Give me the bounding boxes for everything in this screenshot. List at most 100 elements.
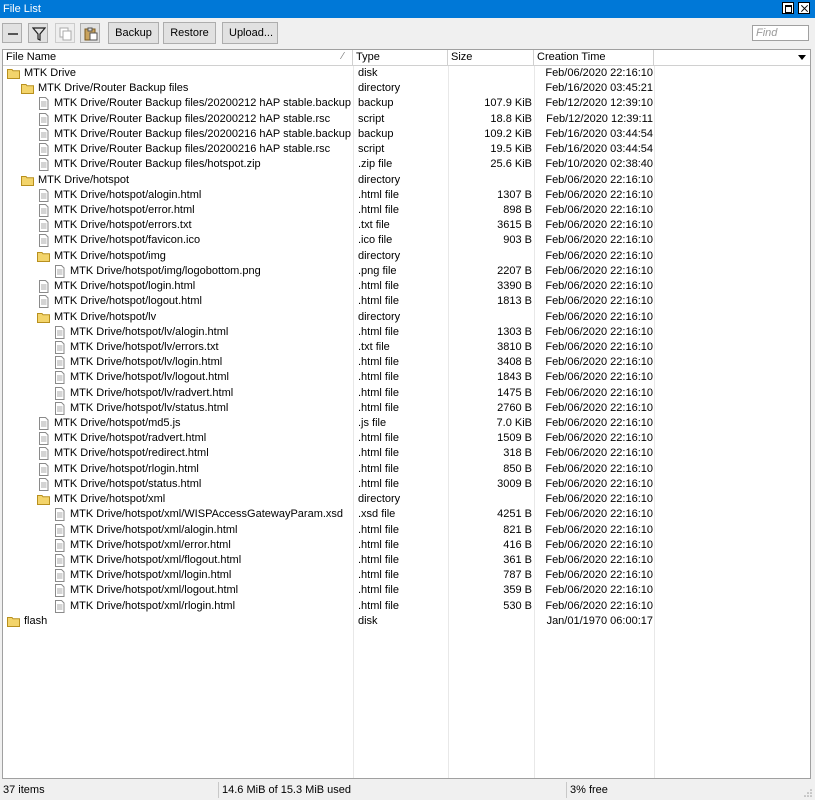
table-row[interactable]: MTK Drive/Router Backup files/20200212 h… xyxy=(3,96,810,111)
cell-file-name: MTK Drive/hotspot/img/logobottom.png xyxy=(3,264,403,279)
cell-file-name: MTK Drive/hotspot/logout.html xyxy=(3,294,387,309)
table-row[interactable]: MTK Drive/hotspot/xml/error.html .html fi… xyxy=(3,538,810,553)
file-name-text: MTK Drive/Router Backup files/20200212 h… xyxy=(54,112,331,125)
cell-type: directory xyxy=(358,493,401,506)
table-row[interactable]: MTK Drive/hotspot/lv/status.html .html fi… xyxy=(3,401,810,416)
table-row[interactable]: MTK Drive/hotspot/xml/WISPAccessGatewayP… xyxy=(3,507,810,522)
table-row[interactable]: MTK Drive/Router Backup files/20200216 h… xyxy=(3,142,810,157)
file-icon xyxy=(39,432,49,446)
cell-creation-time: Feb/06/2020 22:16:10 xyxy=(545,356,653,369)
table-row[interactable]: MTK Drive/hotspot/xml/login.html .html fi… xyxy=(3,568,810,583)
table-row[interactable]: MTK Drive/hotspot/error.html .html file 89… xyxy=(3,203,810,218)
table-row[interactable]: MTK Drive/hotspot/lv/errors.txt .txt file… xyxy=(3,340,810,355)
cell-size: 3810 B xyxy=(497,340,532,353)
cell-creation-time: Feb/06/2020 22:16:10 xyxy=(545,569,653,582)
file-icon xyxy=(39,295,49,309)
table-row[interactable]: MTK Drive/hotspot/img/logobottom.png .png… xyxy=(3,264,810,279)
table-row[interactable]: MTK Drive/hotspot/logout.html .html file 1… xyxy=(3,294,810,309)
column-header-type[interactable]: Type xyxy=(353,50,448,65)
table-row[interactable]: MTK Drive/hotspot/xml directory Feb/06/202… xyxy=(3,492,810,507)
cell-size: 3009 B xyxy=(497,477,532,490)
table-row[interactable]: MTK Drive/hotspot/status.html .html file 3… xyxy=(3,477,810,492)
table-row[interactable]: MTK Drive/Router Backup files/20200216 h… xyxy=(3,127,810,142)
table-row[interactable]: MTK Drive/hotspot/lv/radvert.html .html f… xyxy=(3,386,810,401)
table-row[interactable]: MTK Drive/hotspot/lv/logout.html .html fi… xyxy=(3,370,810,385)
maximize-icon[interactable] xyxy=(782,2,794,14)
cell-type: .html file xyxy=(358,477,399,490)
table-row[interactable]: MTK Drive/hotspot/md5.js .js file 7.0 KiB F… xyxy=(3,416,810,431)
file-name-text: MTK Drive/Router Backup files/20200216 h… xyxy=(54,127,351,140)
backup-button[interactable]: Backup xyxy=(108,22,159,44)
file-name-text: MTK Drive/hotspot/img/logobottom.png xyxy=(70,264,261,277)
file-name-text: MTK Drive/hotspot/lv/radvert.html xyxy=(70,386,234,399)
cell-type: .html file xyxy=(358,584,399,597)
cell-file-name: MTK Drive/hotspot/md5.js xyxy=(3,416,387,431)
file-name-text: MTK Drive/hotspot/xml xyxy=(54,493,166,506)
cell-type: backup xyxy=(358,127,394,140)
table-row[interactable]: MTK Drive/hotspot/xml/flogout.html .html … xyxy=(3,553,810,568)
cell-file-name: MTK Drive/hotspot/xml xyxy=(3,492,387,507)
cell-type: .txt file xyxy=(358,219,390,232)
cell-type: .html file xyxy=(358,295,399,308)
upload-button[interactable]: Upload... xyxy=(222,22,278,44)
table-row[interactable]: MTK Drive/hotspot/rlogin.html .html file 8… xyxy=(3,462,810,477)
cell-size xyxy=(450,173,532,188)
find-input[interactable] xyxy=(752,25,809,41)
table-row[interactable]: MTK Drive/hotspot/redirect.html .html fil… xyxy=(3,446,810,461)
column-header-size[interactable]: Size xyxy=(448,50,534,65)
cell-file-name: MTK Drive/hotspot/lv/radvert.html xyxy=(3,386,403,401)
cell-size: 4251 B xyxy=(497,508,532,521)
table-row[interactable]: MTK Drive/hotspot/login.html .html file 33… xyxy=(3,279,810,294)
table-row[interactable]: MTK Drive/hotspot/alogin.html .html file 1… xyxy=(3,188,810,203)
file-name-text: MTK Drive/hotspot/xml/flogout.html xyxy=(70,554,242,566)
column-header-creation-time[interactable]: Creation Time xyxy=(534,50,654,65)
table-row[interactable]: MTK Drive/Router Backup files/20200212 h… xyxy=(3,112,810,127)
remove-button[interactable] xyxy=(2,23,22,43)
table-row[interactable]: MTK Drive/hotspot/radvert.html .html file… xyxy=(3,431,810,446)
cell-file-name: flash xyxy=(3,614,357,629)
table-row[interactable]: MTK Drive/hotspot/lv/login.html .html fil… xyxy=(3,355,810,370)
cell-type: script xyxy=(358,112,385,125)
cell-size: 898 B xyxy=(503,203,532,216)
cell-type: .html file xyxy=(358,599,399,612)
table-row[interactable]: MTK Drive/hotspot/errors.txt .txt file 361… xyxy=(3,218,810,233)
cell-size: 1303 B xyxy=(497,325,532,338)
table-row[interactable]: flash disk Jan/01/1970 06:00:17 xyxy=(3,614,810,629)
table-row[interactable]: MTK Drive/hotspot/xml/logout.html .html f… xyxy=(3,583,810,598)
cell-file-name: MTK Drive/hotspot/error.html xyxy=(3,203,387,218)
file-name-text: MTK Drive/hotspot/lv/errors.txt xyxy=(70,340,219,353)
table-row[interactable]: MTK Drive/hotspot/lv directory Feb/06/2020… xyxy=(3,310,810,325)
table-row[interactable]: MTK Drive/Router Backup files/hotspot.zi… xyxy=(3,157,810,172)
filter-button[interactable] xyxy=(28,23,48,43)
copy-button[interactable] xyxy=(55,23,75,43)
columns-dropdown-icon[interactable] xyxy=(795,50,809,65)
cell-creation-time: Feb/06/2020 22:16:10 xyxy=(545,493,653,506)
table-row[interactable]: MTK Drive/hotspot/xml/rlogin.html .html f… xyxy=(3,599,810,614)
column-header-file-name[interactable]: File Name xyxy=(3,50,353,65)
table-row[interactable]: MTK Drive/hotspot/xml/alogin.html .html f… xyxy=(3,523,810,538)
table-row[interactable]: MTK Drive/hotspot/lv/alogin.html .html fi… xyxy=(3,325,810,340)
cell-type: .html file xyxy=(358,188,399,201)
cell-creation-time: Feb/06/2020 22:16:10 xyxy=(545,264,653,277)
cell-file-name: MTK Drive/hotspot/lv/login.html xyxy=(3,355,403,370)
resize-grip-icon[interactable] xyxy=(803,788,813,798)
cell-type: .xsd file xyxy=(358,508,396,521)
cell-file-name: MTK Drive/hotspot/xml/alogin.html xyxy=(3,523,403,538)
table-row[interactable]: MTK Drive disk Feb/06/2020 22:16:10 xyxy=(3,66,810,81)
cell-file-name: MTK Drive/hotspot/lv/logout.html xyxy=(3,370,403,385)
cell-file-name: MTK Drive/hotspot/errors.txt xyxy=(3,218,387,233)
file-name-text: MTK Drive/hotspot/xml/error.html xyxy=(70,538,231,551)
table-row[interactable]: MTK Drive/Router Backup files directory Fe… xyxy=(3,81,810,96)
table-row[interactable]: MTK Drive/hotspot/img directory Feb/06/202… xyxy=(3,249,810,264)
toolbar: Backup Restore Upload... xyxy=(0,19,815,49)
table-row[interactable]: MTK Drive/hotspot/favicon.ico .ico file 90… xyxy=(3,233,810,248)
table-row[interactable]: MTK Drive/hotspot directory Feb/06/2020 22… xyxy=(3,173,810,188)
cell-creation-time: Feb/06/2020 22:16:10 xyxy=(545,234,653,247)
cell-creation-time: Feb/06/2020 22:16:10 xyxy=(545,432,653,445)
paste-button[interactable] xyxy=(80,23,100,43)
file-name-text: MTK Drive/hotspot/xml/alogin.html xyxy=(70,523,238,536)
close-icon[interactable] xyxy=(798,2,810,14)
restore-button[interactable]: Restore xyxy=(163,22,216,44)
cell-size: 2207 B xyxy=(497,264,532,277)
cell-size: 19.5 KiB xyxy=(490,143,532,156)
